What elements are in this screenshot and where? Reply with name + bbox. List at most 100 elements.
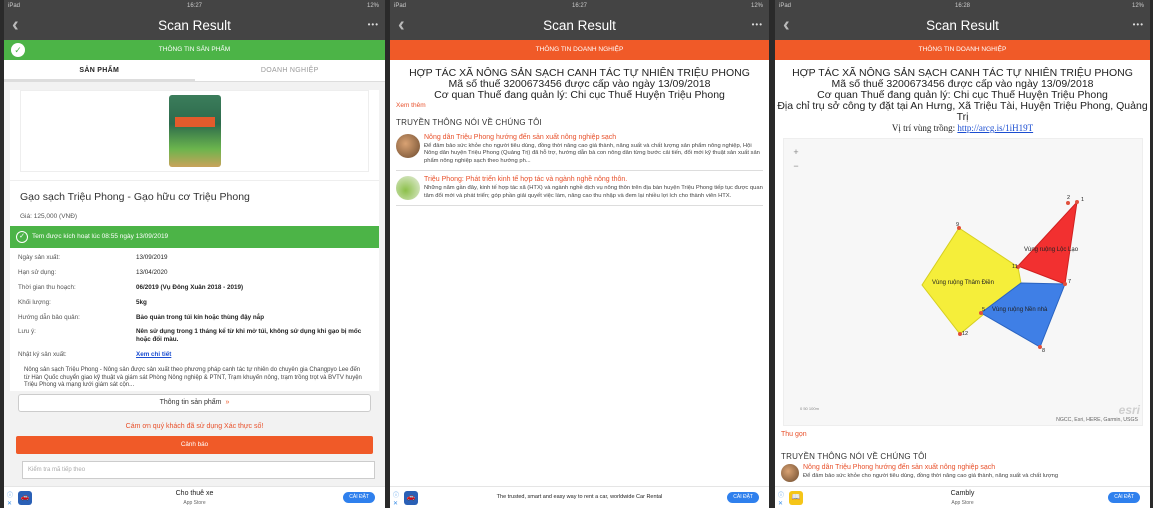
point-label: 8 [1042,348,1045,354]
nav-bar: ‹ Scan Result ••• [4,13,385,40]
ad-title: Cho thuê xe [175,490,214,497]
nav-bar: ‹ Scan Result ••• [390,13,769,40]
location-line: Vị trí vùng trồng: http://arcg.is/1iH19T [775,123,1150,134]
map-attribution: NGCC, Esri, HERE, Garmin, USGS [1056,417,1138,423]
detail-row: Thời gian thu hoạch: 06/2019 (Vụ Đông Xuâ… [18,283,244,291]
ad-subtitle: App Store [951,500,974,506]
product-description: Nông sản sạch Triệu Phong - Nông sản đượ… [10,365,379,392]
detail-row: Khối lượng: 5kg [18,298,147,306]
map-view[interactable]: + − 1 2 7 8 9 11 12 5 Vùng ruộng Lộc Lạo… [783,138,1143,426]
business-screen: iPad 16:27 12% ‹ Scan Result ••• THÔNG T… [390,0,769,508]
ad-banner[interactable]: ⓘ ✕ 🚗 The trusted, smart and easy way to… [390,486,769,508]
more-icon[interactable]: ••• [1133,20,1144,29]
status-bar: iPad 16:28 12% [775,0,1150,13]
company-info: HỢP TÁC XÃ NÔNG SẢN SẠCH CANH TÁC TỰ NHI… [775,60,1150,134]
brand-logo-icon: ✓ [11,43,25,57]
media-title: TRUYỀN THÔNG NÓI VỀ CHÚNG TÔI [396,118,542,127]
company-info: HỢP TÁC XÃ NÔNG SẢN SẠCH CANH TÁC TỰ NHI… [390,60,769,101]
product-details: Ngày sản xuất: 13/09/2019 Hạn sử dụng: 13/… [10,248,379,366]
more-icon[interactable]: ••• [368,20,379,29]
product-info-button[interactable]: Thông tin sản phẩm» [18,394,371,413]
detail-row: Lưu ý: Nên sử dụng trong 1 tháng kể từ kh… [18,328,362,344]
field-label: Vùng ruộng Nền nhà [992,307,1048,313]
nav-bar: ‹ Scan Result ••• [775,13,1150,40]
divider [396,170,763,172]
thanks-message: Cám ơn quý khách đã sử dụng Xác thực số! [125,423,264,431]
news-item[interactable]: Nông dân Triệu Phong hướng đến sản xuất … [390,131,769,168]
ad-title: The trusted, smart and easy way to rent … [496,494,663,500]
next-code-input[interactable]: Kiểm tra mã tiếp theo [22,461,375,479]
rice-bag-icon [168,95,221,167]
product-price: Giá: 125,000 (VNĐ) [20,213,78,220]
location-link[interactable]: http://arcg.is/1iH19T [957,123,1033,133]
see-more-link[interactable]: Xem thêm [390,102,769,109]
ad-banner[interactable]: ⓘ ✕ 📖 Cambly App Store CÀI ĐẶT [775,486,1150,508]
news-title: Nông dân Triệu Phong hướng đến sản xuất … [424,134,617,141]
battery-indicator: 12% [1131,3,1144,9]
news-summary: Để đảm bảo sức khỏe cho người tiêu dùng,… [803,473,1059,479]
field-loc-lao[interactable] [1017,200,1078,285]
news-thumbnail [781,464,799,482]
tax-office: Cơ quan Thuế đang quản lý: Chi cục Thuế … [434,89,725,101]
point-label: 1 [1081,197,1084,203]
point-label: 2 [1067,195,1070,201]
company-address: Địa chỉ trụ sở công ty đặt tại An Hưng, … [777,100,1148,123]
business-map-screen: iPad 16:28 12% ‹ Scan Result ••• THÔNG T… [775,0,1150,508]
news-item[interactable]: Triệu Phong: Phát triển kinh tế hợp tác … [390,173,769,203]
ad-subtitle: App Store [183,500,206,506]
news-thumbnail [396,176,420,201]
detail-row: Ngày sản xuất: 13/09/2019 [18,254,168,262]
close-icon[interactable]: ✕ [393,500,398,507]
double-chevron-icon: » [225,399,230,407]
activation-banner: ✓ Tem được kích hoạt lúc 08:55 ngày 13/0… [10,226,379,248]
map-scale: 0 50 100m [800,406,819,411]
clock: 16:28 [954,3,970,9]
tab-product[interactable]: SẢN PHẨM [4,60,195,81]
more-icon[interactable]: ••• [752,20,763,29]
status-bar: iPad 16:27 12% [390,0,769,13]
point-label: 11 [1012,264,1018,270]
collapse-link[interactable]: Thu gọn [781,431,807,438]
product-card: Gạo sạch Triệu Phong - Gạo hữu cơ Triệu … [10,90,379,226]
field-label: Vùng ruộng Lộc Lạo [1024,247,1079,253]
news-thumbnail [396,134,420,158]
detail-row: Nhật ký sản xuất: Xem chi tiết [18,351,172,359]
ad-banner[interactable]: ⓘ ✕ 🚗 Cho thuê xe App Store CÀI ĐẶT [4,486,385,508]
install-button[interactable]: CÀI ĐẶT [1108,492,1140,503]
point-label: 9 [956,222,959,228]
clock: 16:27 [571,3,587,9]
install-button[interactable]: CÀI ĐẶT [727,492,759,503]
product-image[interactable] [20,90,369,172]
status-bar: iPad 16:27 12% [4,0,385,13]
clock: 16:27 [186,3,202,9]
section-header: ✓ THÔNG TIN SẢN PHẨM [4,40,385,60]
section-title: THÔNG TIN DOANH NGHIỆP [918,46,1007,53]
install-button[interactable]: CÀI ĐẶT [343,492,375,503]
detail-row: Hạn sử dụng: 13/04/2020 [18,269,168,277]
map-polygons: 1 2 7 8 9 11 12 5 Vùng ruộng Lộc Lạo Vùn… [921,195,1084,354]
warning-button[interactable]: Cảnh báo [16,436,373,455]
location-label: Vị trí vùng trồng: [891,123,956,133]
point-label: 12 [962,331,968,337]
check-icon: ✓ [16,231,28,243]
divider [396,205,763,207]
battery-indicator: 12% [366,3,379,9]
news-summary: Những năm gần đây, kinh tế hợp tác xã (H… [424,185,763,199]
point-label: 5 [982,307,985,313]
field-label: Vùng ruộng Thâm Điền [932,280,994,286]
product-name: Gạo sạch Triệu Phong - Gạo hữu cơ Triệu … [10,180,379,207]
section-header: THÔNG TIN DOANH NGHIỆP [775,40,1150,60]
tab-business[interactable]: DOANH NGHIỆP [195,60,386,81]
news-item[interactable]: Nông dân Triệu Phong hướng đến sản xuất … [775,461,1150,485]
news-title: Nông dân Triệu Phong hướng đến sản xuất … [803,464,996,471]
view-diary-link[interactable]: Xem chi tiết [136,351,171,359]
news-title: Triệu Phong: Phát triển kinh tế hợp tác … [424,176,628,184]
news-summary: Để đảm bảo sức khỏe cho người tiêu dùng,… [424,143,760,164]
ad-title: Cambly [950,490,975,497]
tab-bar: SẢN PHẨM DOANH NGHIỆP [4,60,385,82]
battery-indicator: 12% [750,3,763,9]
section-title: THÔNG TIN SẢN PHẨM [158,46,231,53]
point-label: 7 [1068,279,1071,285]
section-header: THÔNG TIN DOANH NGHIỆP [390,40,769,60]
section-title: THÔNG TIN DOANH NGHIỆP [535,46,624,53]
